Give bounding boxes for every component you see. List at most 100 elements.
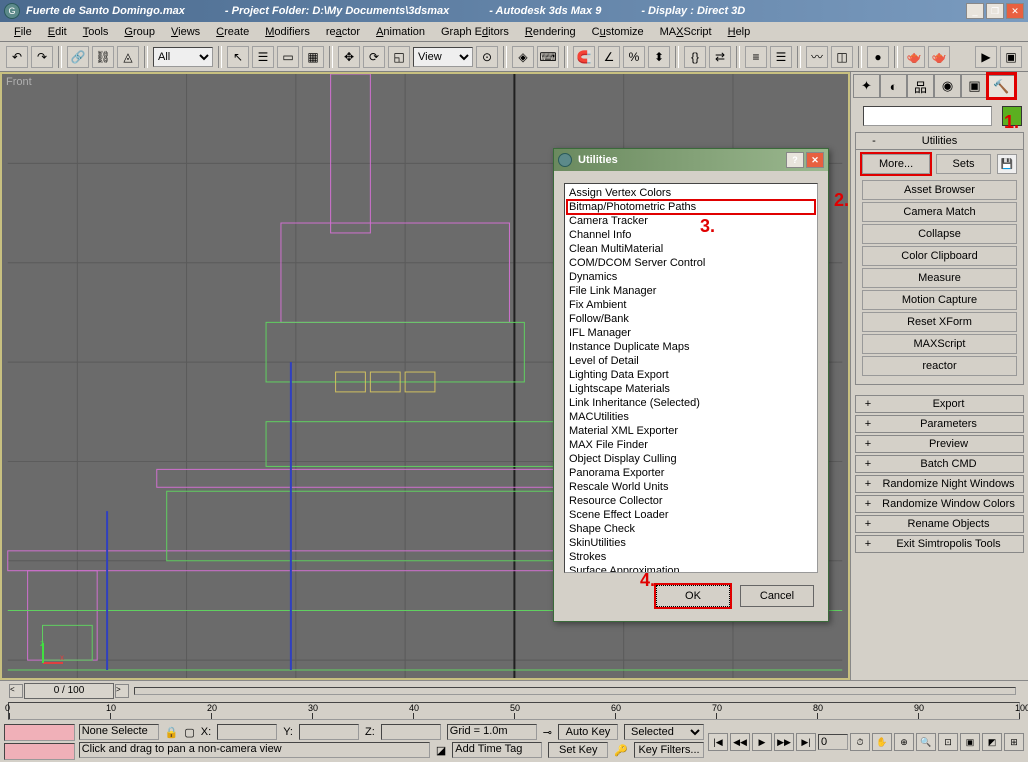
goto-end-button[interactable]: ▶| [796, 733, 816, 751]
menu-tools[interactable]: Tools [75, 24, 117, 40]
named-selections-button[interactable]: {} [684, 46, 706, 68]
menu-modifiers[interactable]: Modifiers [257, 24, 318, 40]
timeline-ruler[interactable]: 0102030405060708090100 [8, 702, 1020, 720]
utility-list-item[interactable]: Clean MultiMaterial [567, 242, 815, 256]
current-frame-input[interactable] [818, 734, 848, 750]
mirror-button[interactable]: ⇄ [709, 46, 731, 68]
utility-list-item[interactable]: Resource Collector [567, 494, 815, 508]
rollout-header[interactable]: +Batch CMD [855, 455, 1024, 473]
menu-help[interactable]: Help [720, 24, 759, 40]
utilities-listbox[interactable]: Assign Vertex ColorsBitmap/Photometric P… [564, 183, 818, 573]
move-button[interactable]: ✥ [338, 46, 360, 68]
utility-list-item[interactable]: Shape Check [567, 522, 815, 536]
quick-render-button[interactable]: 🫖 [928, 46, 950, 68]
rollout-header[interactable]: +Preview [855, 435, 1024, 453]
util-asset-browser[interactable]: Asset Browser [862, 180, 1017, 200]
key-filters-button[interactable]: Key Filters... [634, 742, 704, 758]
object-name-input[interactable] [863, 106, 992, 126]
z-input[interactable] [381, 724, 441, 740]
abs-rel-icon[interactable]: ▢ [184, 726, 194, 739]
rollout-header[interactable]: +Rename Objects [855, 515, 1024, 533]
rollout-header[interactable]: +Randomize Night Windows [855, 475, 1024, 493]
percent-snap-toggle[interactable]: % [623, 46, 645, 68]
utility-list-item[interactable]: Camera Tracker [567, 214, 815, 228]
time-slider-track[interactable] [134, 687, 1016, 695]
link-button[interactable]: 🔗 [67, 46, 89, 68]
pivot-button[interactable]: ⊙ [476, 46, 498, 68]
utilities-rollout-header[interactable]: -Utilities [855, 132, 1024, 150]
rollout-header[interactable]: +Parameters [855, 415, 1024, 433]
spinner-snap-toggle[interactable]: ⬍ [648, 46, 670, 68]
utility-list-item[interactable]: Surface Approximation [567, 564, 815, 573]
more-button[interactable]: More... [862, 154, 930, 174]
util-collapse[interactable]: Collapse [862, 224, 1017, 244]
zoom-button[interactable]: 🔍 [916, 733, 936, 751]
util-measure[interactable]: Measure [862, 268, 1017, 288]
undo-button[interactable]: ↶ [6, 46, 28, 68]
utility-list-item[interactable]: Lightscape Materials [567, 382, 815, 396]
reactor-toolbar-icon2[interactable]: ▣ [1000, 46, 1022, 68]
select-by-name-button[interactable]: ☰ [252, 46, 274, 68]
menu-maxscript[interactable]: MAXScript [652, 24, 720, 40]
material-editor-button[interactable]: ● [867, 46, 889, 68]
add-time-tag[interactable]: Add Time Tag [452, 742, 542, 758]
util-motion-capture[interactable]: Motion Capture [862, 290, 1017, 310]
utility-list-item[interactable]: Instance Duplicate Maps [567, 340, 815, 354]
modify-tab[interactable]: ◐ [880, 74, 907, 98]
motion-tab[interactable]: ◉ [934, 74, 961, 98]
rollout-header[interactable]: +Export [855, 395, 1024, 413]
x-input[interactable] [217, 724, 277, 740]
lock-icon[interactable]: 🔒 [165, 726, 179, 739]
menu-file[interactable]: File [6, 24, 40, 40]
util-color-clipboard[interactable]: Color Clipboard [862, 246, 1017, 266]
rollout-header[interactable]: +Randomize Window Colors [855, 495, 1024, 513]
schematic-view-button[interactable]: ◫ [831, 46, 853, 68]
display-tab[interactable]: ▣ [961, 74, 988, 98]
select-region-button[interactable]: ▭ [277, 46, 299, 68]
redo-button[interactable]: ↷ [31, 46, 53, 68]
utility-list-item[interactable]: Bitmap/Photometric Paths [567, 200, 815, 214]
hierarchy-tab[interactable]: 品 [907, 74, 934, 98]
layers-button[interactable]: ☰ [770, 46, 792, 68]
utility-list-item[interactable]: Channel Info [567, 228, 815, 242]
bind-button[interactable]: ◬ [117, 46, 139, 68]
align-button[interactable]: ≡ [745, 46, 767, 68]
utility-list-item[interactable]: Panorama Exporter [567, 466, 815, 480]
selection-filter-select[interactable]: All [153, 47, 213, 67]
utility-list-item[interactable]: File Link Manager [567, 284, 815, 298]
prev-key-button[interactable]: < [9, 684, 23, 698]
ok-button[interactable]: OK [656, 585, 730, 607]
create-tab[interactable]: ✦ [853, 74, 880, 98]
rollout-header[interactable]: +Exit Simtropolis Tools [855, 535, 1024, 553]
unlink-button[interactable]: ⛓ [92, 46, 114, 68]
utility-list-item[interactable]: MAX File Finder [567, 438, 815, 452]
menu-rendering[interactable]: Rendering [517, 24, 584, 40]
keyboard-shortcut-toggle[interactable]: ⌨ [537, 46, 559, 68]
next-key-button[interactable]: > [115, 684, 129, 698]
time-slider-thumb[interactable]: 0 / 100 [24, 683, 114, 699]
util-reactor[interactable]: reactor [862, 356, 1017, 376]
sets-button[interactable]: Sets [936, 154, 991, 174]
menu-animation[interactable]: Animation [368, 24, 433, 40]
curve-editor-button[interactable]: 〰 [806, 46, 828, 68]
snap-toggle[interactable]: 🧲 [573, 46, 595, 68]
menu-customize[interactable]: Customize [584, 24, 652, 40]
dialog-help-button[interactable]: ? [786, 152, 804, 168]
window-crossing-button[interactable]: ▦ [302, 46, 324, 68]
manipulate-button[interactable]: ◈ [512, 46, 534, 68]
cancel-button[interactable]: Cancel [740, 585, 814, 607]
utility-list-item[interactable]: COM/DCOM Server Control [567, 256, 815, 270]
maxscript-macro[interactable] [4, 743, 75, 760]
set-key-button[interactable]: Set Key [548, 742, 608, 758]
pan-button[interactable]: ✋ [872, 733, 892, 751]
utility-list-item[interactable]: Strokes [567, 550, 815, 564]
prev-frame-button[interactable]: ◀◀ [730, 733, 750, 751]
minimize-button[interactable]: _ [966, 3, 984, 19]
utility-list-item[interactable]: Dynamics [567, 270, 815, 284]
next-frame-button[interactable]: ▶▶ [774, 733, 794, 751]
utility-list-item[interactable]: IFL Manager [567, 326, 815, 340]
angle-snap-toggle[interactable]: ∠ [598, 46, 620, 68]
reactor-toolbar-icon[interactable]: ▶ [975, 46, 997, 68]
util-reset-xform[interactable]: Reset XForm [862, 312, 1017, 332]
utility-list-item[interactable]: SkinUtilities [567, 536, 815, 550]
